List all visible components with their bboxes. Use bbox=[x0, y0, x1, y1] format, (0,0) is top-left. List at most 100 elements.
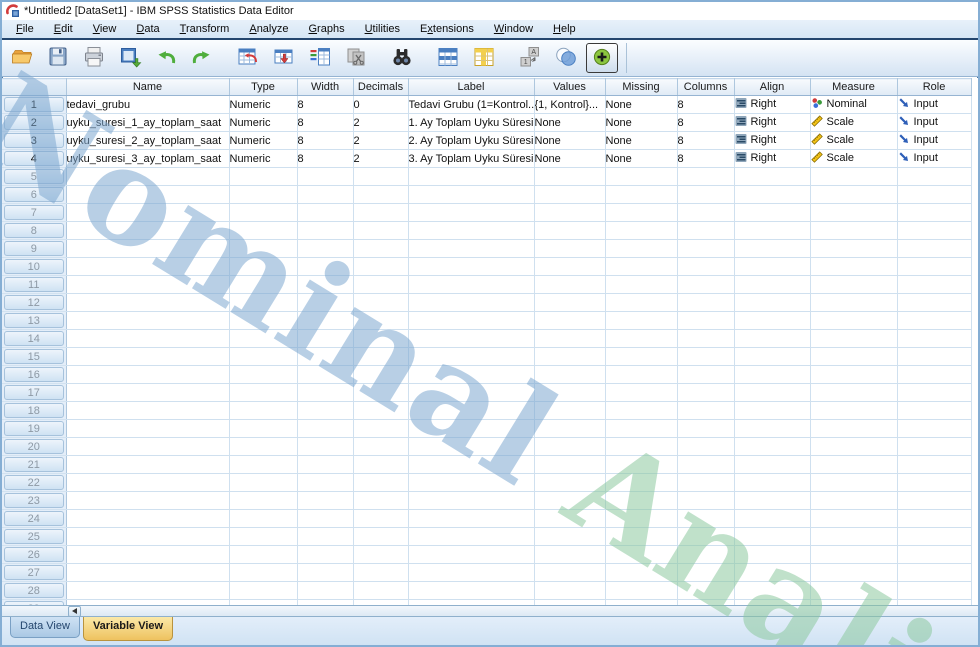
cell-values-empty[interactable] bbox=[534, 221, 606, 240]
cell-columns-empty[interactable] bbox=[677, 257, 735, 276]
cell-values-empty[interactable] bbox=[534, 437, 606, 456]
cell-width-empty[interactable] bbox=[297, 221, 354, 240]
cell-measure-empty[interactable] bbox=[810, 581, 898, 600]
cell-measure-empty[interactable] bbox=[810, 257, 898, 276]
cell-decimals-empty[interactable] bbox=[353, 185, 409, 204]
cell-label[interactable]: Tedavi Grubu (1=Kontrol... bbox=[408, 95, 535, 114]
column-header-width[interactable]: Width bbox=[297, 78, 354, 96]
cell-align-empty[interactable] bbox=[734, 257, 811, 276]
row-number-27[interactable]: 27 bbox=[2, 563, 67, 582]
cell-values-empty[interactable] bbox=[534, 383, 606, 402]
cell-width-empty[interactable] bbox=[297, 437, 354, 456]
cell-measure[interactable]: Nominal bbox=[810, 95, 898, 114]
cell-type-empty[interactable] bbox=[229, 311, 298, 330]
cell-width-empty[interactable] bbox=[297, 239, 354, 258]
cell-values[interactable]: {1, Kontrol}... bbox=[534, 95, 606, 114]
menu-data[interactable]: Data bbox=[126, 21, 169, 37]
cell-decimals-empty[interactable] bbox=[353, 293, 409, 312]
cell-role-empty[interactable] bbox=[897, 563, 972, 582]
menu-view[interactable]: View bbox=[83, 21, 127, 37]
cell-decimals-empty[interactable] bbox=[353, 419, 409, 438]
row-number-4[interactable]: 4 bbox=[2, 149, 67, 168]
cell-measure-empty[interactable] bbox=[810, 185, 898, 204]
cell-type-empty[interactable] bbox=[229, 455, 298, 474]
cell-missing-empty[interactable] bbox=[605, 473, 678, 492]
cell-decimals-empty[interactable] bbox=[353, 257, 409, 276]
cell-name-empty[interactable] bbox=[66, 563, 230, 582]
cell-measure-empty[interactable] bbox=[810, 545, 898, 564]
cell-align-empty[interactable] bbox=[734, 329, 811, 348]
cell-missing-empty[interactable] bbox=[605, 203, 678, 222]
row-number-16[interactable]: 16 bbox=[2, 365, 67, 384]
cell-measure-empty[interactable] bbox=[810, 347, 898, 366]
cell-measure[interactable]: Scale bbox=[810, 131, 898, 150]
menu-utilities[interactable]: Utilities bbox=[355, 21, 410, 37]
menu-help[interactable]: Help bbox=[543, 21, 586, 37]
cell-missing[interactable]: None bbox=[605, 149, 678, 168]
cell-missing[interactable]: None bbox=[605, 131, 678, 150]
cell-align-empty[interactable] bbox=[734, 545, 811, 564]
cell-name-empty[interactable] bbox=[66, 509, 230, 528]
cell-label[interactable]: 2. Ay Toplam Uyku Süresi bbox=[408, 131, 535, 150]
cell-name-empty[interactable] bbox=[66, 311, 230, 330]
cell-type-empty[interactable] bbox=[229, 185, 298, 204]
cell-measure-empty[interactable] bbox=[810, 563, 898, 582]
cell-measure-empty[interactable] bbox=[810, 239, 898, 258]
cell-missing-empty[interactable] bbox=[605, 311, 678, 330]
cell-decimals-empty[interactable] bbox=[353, 527, 409, 546]
row-number-10[interactable]: 10 bbox=[2, 257, 67, 276]
cell-type[interactable]: Numeric bbox=[229, 131, 298, 150]
cell-measure[interactable]: Scale bbox=[810, 149, 898, 168]
column-header-align[interactable]: Align bbox=[734, 78, 811, 96]
cell-name-empty[interactable] bbox=[66, 167, 230, 186]
cell-role-empty[interactable] bbox=[897, 167, 972, 186]
cell-align-empty[interactable] bbox=[734, 563, 811, 582]
cell-role[interactable]: Input bbox=[897, 131, 972, 150]
cell-decimals-empty[interactable] bbox=[353, 563, 409, 582]
cell-missing-empty[interactable] bbox=[605, 383, 678, 402]
cell-label-empty[interactable] bbox=[408, 167, 535, 186]
cell-label-empty[interactable] bbox=[408, 581, 535, 600]
row-number-24[interactable]: 24 bbox=[2, 509, 67, 528]
cell-missing-empty[interactable] bbox=[605, 491, 678, 510]
cell-decimals-empty[interactable] bbox=[353, 365, 409, 384]
cell-columns-empty[interactable] bbox=[677, 185, 735, 204]
cell-measure-empty[interactable] bbox=[810, 383, 898, 402]
goto-variable-button[interactable] bbox=[268, 43, 300, 73]
cell-name-empty[interactable] bbox=[66, 527, 230, 546]
open-data-button[interactable] bbox=[6, 43, 38, 73]
cell-type-empty[interactable] bbox=[229, 293, 298, 312]
cell-values[interactable]: None bbox=[534, 149, 606, 168]
cell-missing-empty[interactable] bbox=[605, 275, 678, 294]
cell-width-empty[interactable] bbox=[297, 563, 354, 582]
cell-measure-empty[interactable] bbox=[810, 167, 898, 186]
cell-width-empty[interactable] bbox=[297, 185, 354, 204]
cell-type-empty[interactable] bbox=[229, 347, 298, 366]
cell-align[interactable]: Right bbox=[734, 131, 811, 150]
cell-align-empty[interactable] bbox=[734, 275, 811, 294]
cell-values-empty[interactable] bbox=[534, 185, 606, 204]
row-number-20[interactable]: 20 bbox=[2, 437, 67, 456]
row-number-22[interactable]: 22 bbox=[2, 473, 67, 492]
cell-align-empty[interactable] bbox=[734, 167, 811, 186]
cell-values-empty[interactable] bbox=[534, 365, 606, 384]
cell-role-empty[interactable] bbox=[897, 509, 972, 528]
cell-values-empty[interactable] bbox=[534, 311, 606, 330]
cell-decimals-empty[interactable] bbox=[353, 509, 409, 528]
cell-values-empty[interactable] bbox=[534, 275, 606, 294]
cell-columns-empty[interactable] bbox=[677, 455, 735, 474]
cell-decimals-empty[interactable] bbox=[353, 347, 409, 366]
row-number-25[interactable]: 25 bbox=[2, 527, 67, 546]
cell-decimals-empty[interactable] bbox=[353, 473, 409, 492]
cell-name-empty[interactable] bbox=[66, 419, 230, 438]
cell-align-empty[interactable] bbox=[734, 599, 811, 605]
cell-label-empty[interactable] bbox=[408, 509, 535, 528]
cell-role-empty[interactable] bbox=[897, 239, 972, 258]
cell-measure-empty[interactable] bbox=[810, 437, 898, 456]
row-number-11[interactable]: 11 bbox=[2, 275, 67, 294]
cell-values-empty[interactable] bbox=[534, 167, 606, 186]
cell-name[interactable]: tedavi_grubu bbox=[66, 95, 230, 114]
cell-missing-empty[interactable] bbox=[605, 239, 678, 258]
cell-width-empty[interactable] bbox=[297, 293, 354, 312]
cell-values-empty[interactable] bbox=[534, 581, 606, 600]
